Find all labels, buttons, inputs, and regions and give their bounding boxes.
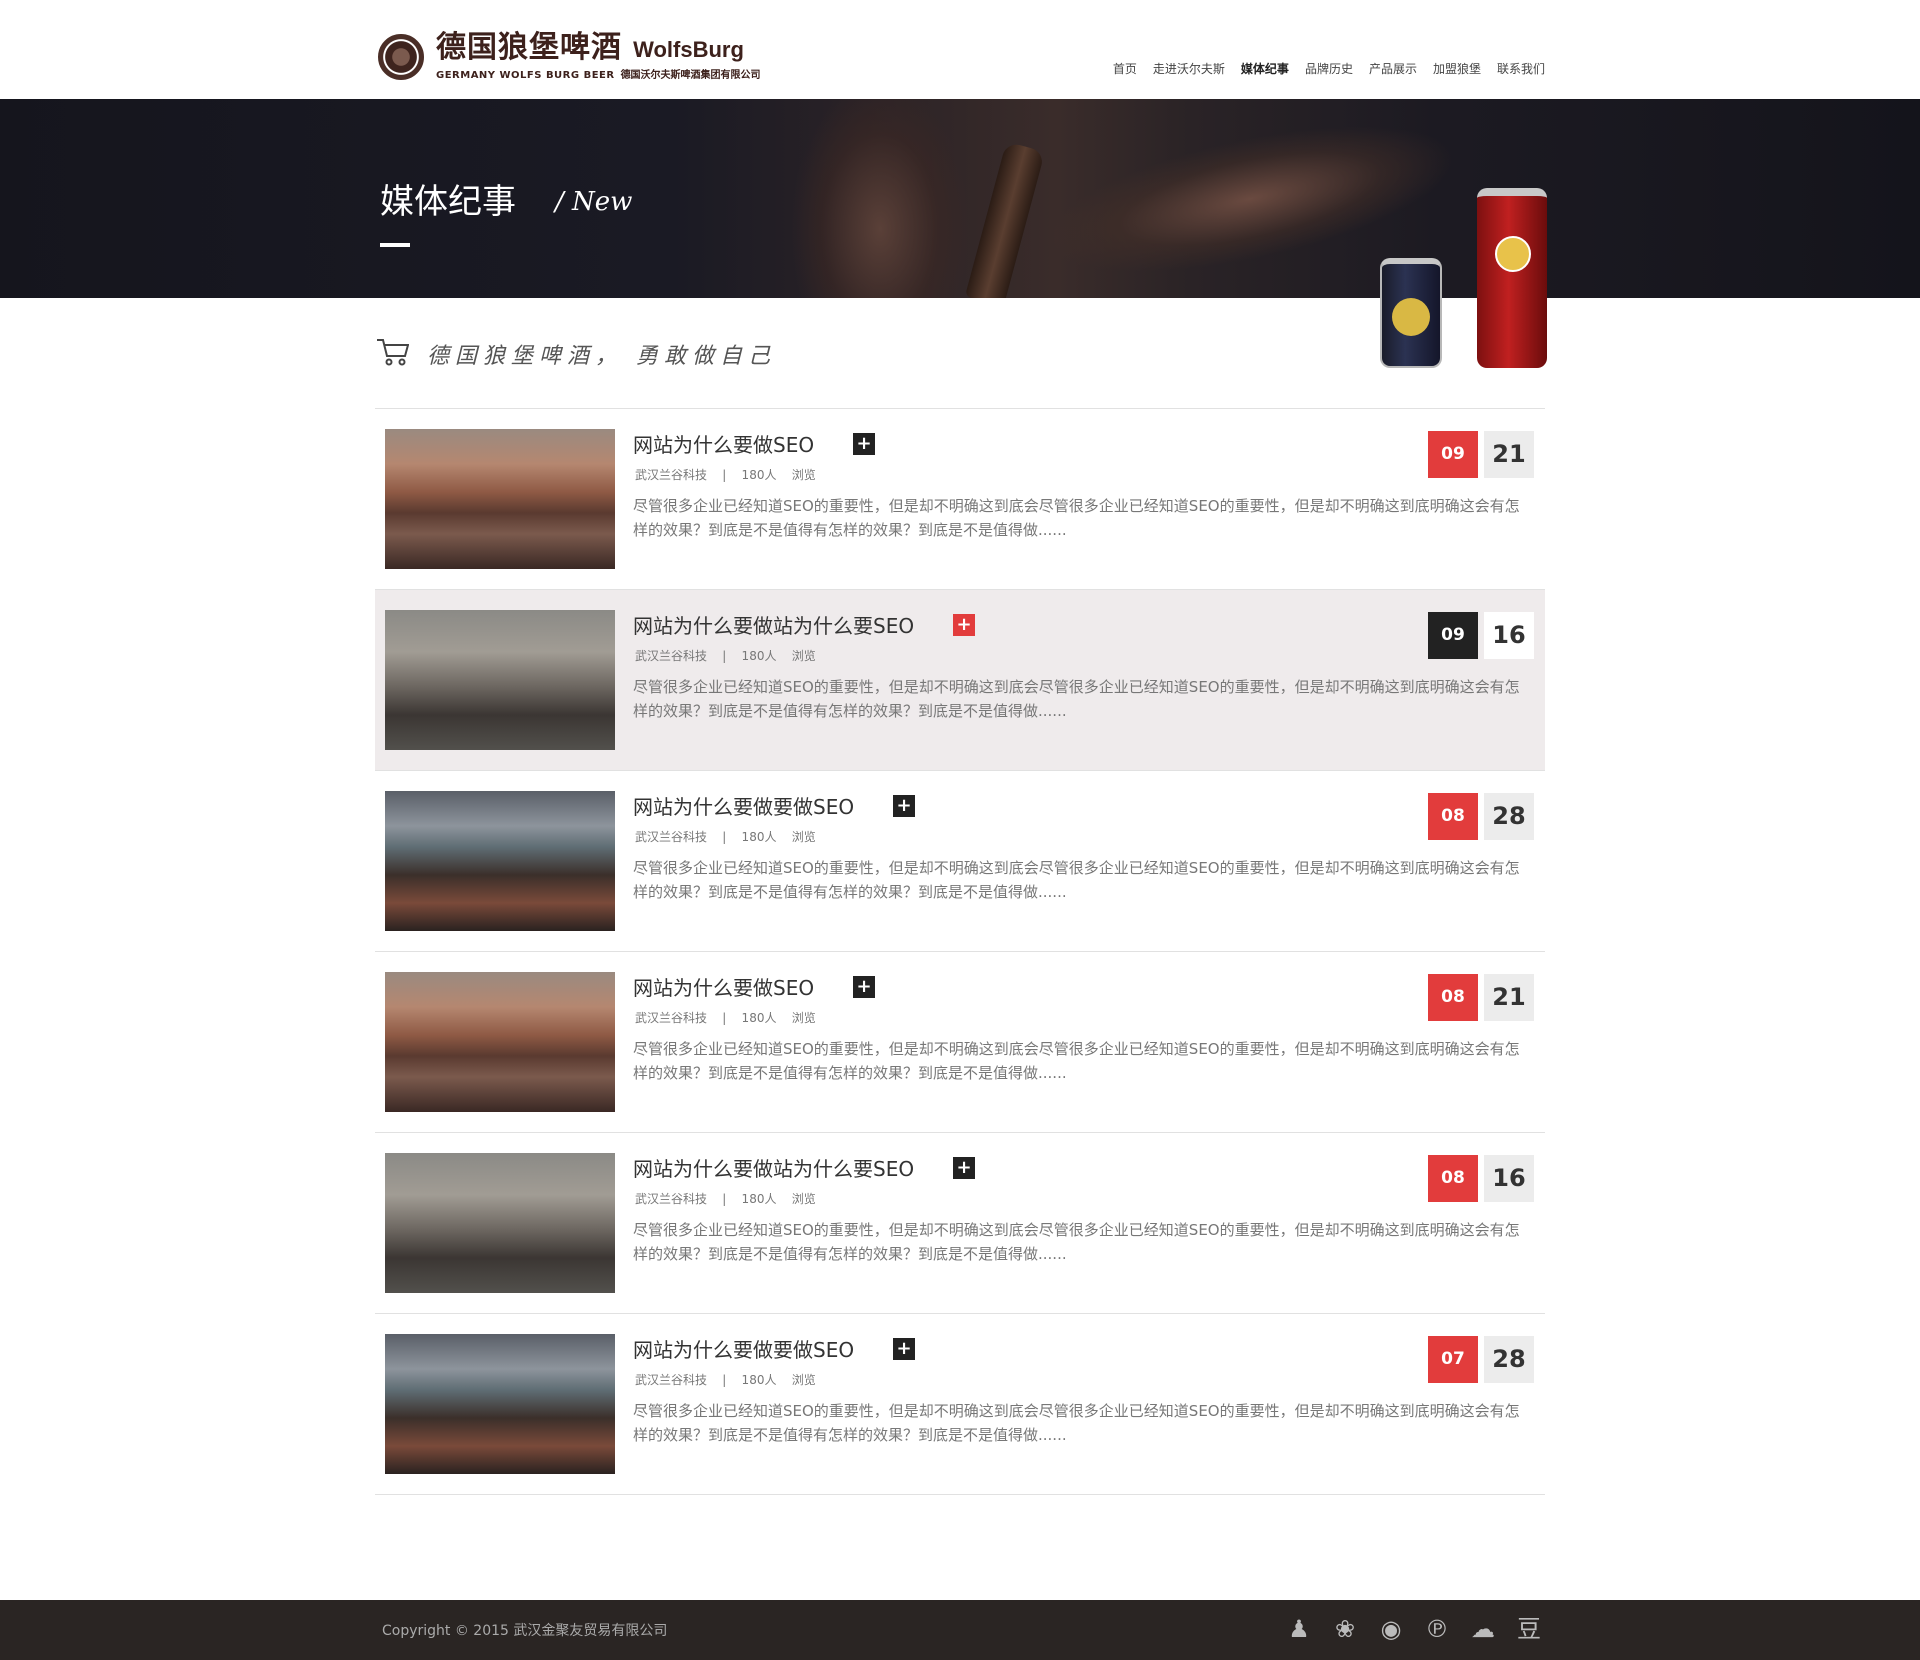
article-excerpt: 尽管很多企业已经知道SEO的重要性，但是却不明确这到底会尽管很多企业已经知道SE… [633,1040,1520,1082]
nav-products[interactable]: 产品展示 [1369,60,1417,77]
article-excerpt: 尽管很多企业已经知道SEO的重要性，但是却不明确这到底会尽管很多企业已经知道SE… [633,497,1520,539]
logo-emblem-icon [378,33,424,80]
expand-plus-icon[interactable]: + [953,614,975,636]
list-item[interactable]: 网站为什么要做SEO + 武汉兰谷科技 | 180人 浏览 尽管很多企业已经知道… [375,952,1545,1133]
article-excerpt: 尽管很多企业已经知道SEO的重要性，但是却不明确这到底会尽管很多企业已经知道SE… [633,678,1520,720]
date-day: 28 [1484,793,1534,840]
nav-about[interactable]: 走进沃尔夫斯 [1153,60,1225,77]
date-month: 09 [1428,431,1478,478]
pinterest-icon[interactable]: ℗ [1422,1614,1452,1644]
wechat-icon[interactable]: ☁ [1468,1614,1498,1644]
date-month: 08 [1428,793,1478,840]
expand-plus-icon[interactable]: + [893,1338,915,1360]
page-banner: 媒体纪事 / New [0,99,1920,298]
article-list: 网站为什么要做SEO + 武汉兰谷科技 | 180人 浏览 尽管很多企业已经知道… [375,408,1545,1495]
date-day: 16 [1484,612,1534,659]
social-links: ♟ ❀ ◉ ℗ ☁ 豆 [1268,1614,1544,1644]
date-day: 16 [1484,1155,1534,1202]
expand-plus-icon[interactable]: + [893,795,915,817]
article-meta: 武汉兰谷科技 | 180人 浏览 [635,649,816,663]
page-subtitle: / New [555,187,633,217]
slogan-text: 德国狼堡啤酒， 勇敢做自己 [427,344,776,369]
copyright: Copyright © 2015 武汉金聚友贸易有限公司 [382,1623,668,1639]
page-title: 媒体纪事 [380,182,516,222]
article-title[interactable]: 网站为什么要做要做SEO [633,791,854,820]
weibo-icon[interactable]: ◉ [1376,1614,1406,1644]
expand-plus-icon[interactable]: + [953,1157,975,1179]
article-meta: 武汉兰谷科技 | 180人 浏览 [635,830,816,844]
date-day: 21 [1484,431,1534,478]
nav-join[interactable]: 加盟狼堡 [1433,60,1481,77]
article-meta: 武汉兰谷科技 | 180人 浏览 [635,468,816,482]
article-meta: 武汉兰谷科技 | 180人 浏览 [635,1373,816,1387]
article-title[interactable]: 网站为什么要做站为什么要SEO [633,1153,914,1182]
article-meta: 武汉兰谷科技 | 180人 浏览 [635,1011,816,1025]
article-excerpt: 尽管很多企业已经知道SEO的重要性，但是却不明确这到底会尽管很多企业已经知道SE… [633,859,1520,901]
banner-photo-hand [790,99,970,298]
expand-plus-icon[interactable]: + [853,433,875,455]
logo-subtitle: GERMANY WOLFS BURG BEER 德国沃尔夫斯啤酒集团有限公司 [436,66,761,81]
site-header: 德国狼堡啤酒 WolfsBurg GERMANY WOLFS BURG BEER… [0,0,1920,99]
logo-sub-en: GERMANY WOLFS BURG BEER [436,70,615,81]
article-thumbnail[interactable] [385,1334,615,1474]
article-title[interactable]: 网站为什么要做SEO [633,429,814,458]
logo-text: 德国狼堡啤酒 WolfsBurg GERMANY WOLFS BURG BEER… [436,30,761,82]
nav-home[interactable]: 首页 [1113,60,1137,77]
date-month: 09 [1428,612,1478,659]
logo-sub-cn: 德国沃尔夫斯啤酒集团有限公司 [620,70,761,81]
logo-en: WolfsBurg [633,37,744,62]
site-footer: Copyright © 2015 武汉金聚友贸易有限公司 ♟ ❀ ◉ ℗ ☁ 豆 [0,1600,1920,1660]
qq-icon[interactable]: ♟ [1284,1614,1314,1644]
article-thumbnail[interactable] [385,1153,615,1293]
logo-cn: 德国狼堡啤酒 [436,30,622,65]
article-thumbnail[interactable] [385,610,615,750]
article-title[interactable]: 网站为什么要做站为什么要SEO [633,610,914,639]
date-day: 21 [1484,974,1534,1021]
cart-icon [377,339,409,366]
article-title[interactable]: 网站为什么要做要做SEO [633,1334,854,1363]
list-item[interactable]: 网站为什么要做SEO + 武汉兰谷科技 | 180人 浏览 尽管很多企业已经知道… [375,409,1545,590]
banner-photo-bottle [964,141,1046,298]
list-item[interactable]: 网站为什么要做站为什么要SEO + 武汉兰谷科技 | 180人 浏览 尽管很多企… [375,590,1545,771]
logo[interactable]: 德国狼堡啤酒 WolfsBurg GERMANY WOLFS BURG BEER… [378,32,761,81]
nav-history[interactable]: 品牌历史 [1305,60,1353,77]
article-thumbnail[interactable] [385,429,615,569]
slogan-bar: 德国狼堡啤酒， 勇敢做自己 [375,298,1545,408]
list-item[interactable]: 网站为什么要做要做SEO + 武汉兰谷科技 | 180人 浏览 尽管很多企业已经… [375,1314,1545,1495]
article-excerpt: 尽管很多企业已经知道SEO的重要性，但是却不明确这到底会尽管很多企业已经知道SE… [633,1402,1520,1444]
article-excerpt: 尽管很多企业已经知道SEO的重要性，但是却不明确这到底会尽管很多企业已经知道SE… [633,1221,1520,1263]
article-thumbnail[interactable] [385,972,615,1112]
date-month: 08 [1428,974,1478,1021]
date-day: 28 [1484,1336,1534,1383]
title-underline [380,243,410,247]
date-month: 07 [1428,1336,1478,1383]
article-thumbnail[interactable] [385,791,615,931]
douban-icon[interactable]: 豆 [1514,1614,1544,1644]
list-item[interactable]: 网站为什么要做站为什么要SEO + 武汉兰谷科技 | 180人 浏览 尽管很多企… [375,1133,1545,1314]
baidu-icon[interactable]: ❀ [1330,1614,1360,1644]
nav-media[interactable]: 媒体纪事 [1241,60,1289,77]
list-item[interactable]: 网站为什么要做要做SEO + 武汉兰谷科技 | 180人 浏览 尽管很多企业已经… [375,771,1545,952]
main-nav: 首页 走进沃尔夫斯 媒体纪事 品牌历史 产品展示 加盟狼堡 联系我们 [1097,60,1545,77]
date-month: 08 [1428,1155,1478,1202]
article-meta: 武汉兰谷科技 | 180人 浏览 [635,1192,816,1206]
nav-contact[interactable]: 联系我们 [1497,60,1545,77]
article-title[interactable]: 网站为什么要做SEO [633,972,814,1001]
expand-plus-icon[interactable]: + [853,976,875,998]
